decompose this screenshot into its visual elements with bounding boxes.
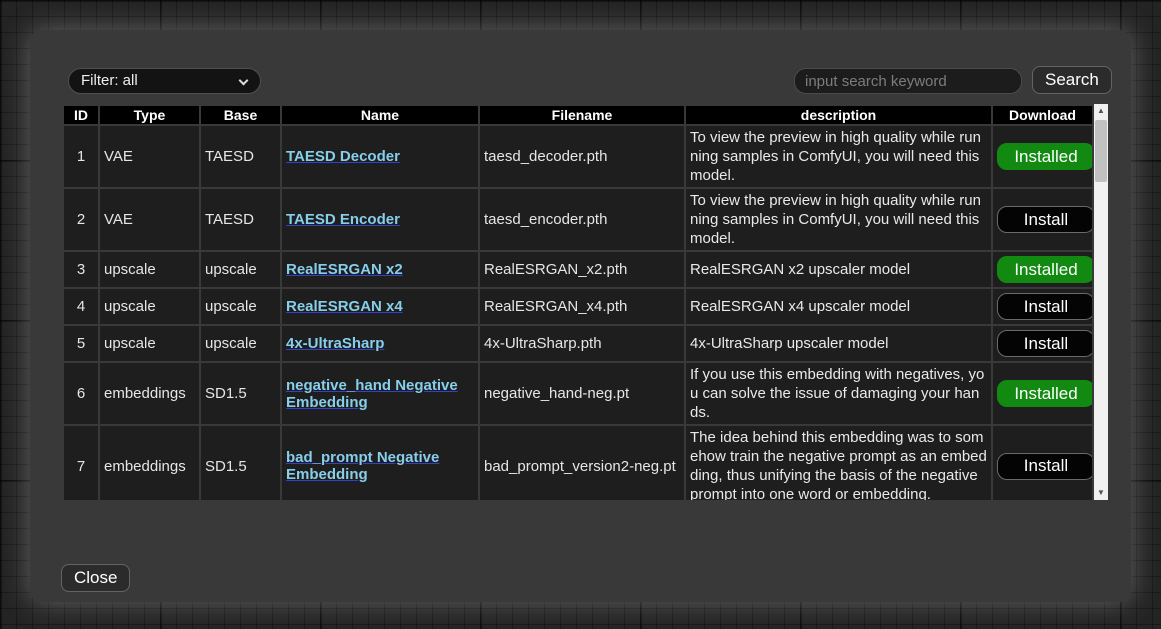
column-header-description: description (686, 106, 991, 124)
column-header-base: Base (201, 106, 280, 124)
model-name-link[interactable]: 4x-UltraSharp (286, 335, 384, 352)
cell-download: Install (993, 326, 1092, 361)
cell-type: VAE (100, 189, 199, 250)
installed-button[interactable]: Installed (997, 380, 1092, 407)
cell-id: 6 (64, 363, 98, 424)
install-button[interactable]: Install (997, 293, 1092, 320)
table-row: 7embeddingsSD1.5bad_prompt Negative Embe… (64, 426, 1092, 500)
filter-select-value: Filter: all (81, 72, 138, 89)
cell-filename: RealESRGAN_x4.pth (480, 289, 684, 324)
cell-id: 5 (64, 326, 98, 361)
cell-name: negative_hand Negative Embedding (282, 363, 478, 424)
cell-type: embeddings (100, 426, 199, 500)
table-row: 6embeddingsSD1.5negative_hand Negative E… (64, 363, 1092, 424)
model-name-label: TAESD Decoder (286, 148, 400, 165)
model-table: IDTypeBaseNameFilenamedescriptionDownloa… (62, 104, 1094, 500)
cell-filename: RealESRGAN_x2.pth (480, 252, 684, 287)
table-row: 4upscaleupscaleRealESRGAN x4RealESRGAN_x… (64, 289, 1092, 324)
cell-description: To view the preview in high quality whil… (686, 126, 991, 187)
model-name-label: bad_prompt Negative Embedding (286, 449, 439, 483)
cell-type: embeddings (100, 363, 199, 424)
table-row: 5upscaleupscale4x-UltraSharp4x-UltraShar… (64, 326, 1092, 361)
model-name-link[interactable]: bad_prompt Negative Embedding (286, 449, 439, 483)
cell-base: TAESD (201, 126, 280, 187)
cell-description: To view the preview in high quality whil… (686, 189, 991, 250)
cell-name: TAESD Decoder (282, 126, 478, 187)
cell-description: The idea behind this embedding was to so… (686, 426, 991, 500)
cell-filename: 4x-UltraSharp.pth (480, 326, 684, 361)
model-name-label: negative_hand Negative Embedding (286, 377, 458, 411)
search-input[interactable] (794, 68, 1022, 94)
cell-name: TAESD Encoder (282, 189, 478, 250)
cell-filename: taesd_encoder.pth (480, 189, 684, 250)
search-button[interactable]: Search (1032, 66, 1112, 94)
cell-description: RealESRGAN x4 upscaler model (686, 289, 991, 324)
cell-base: upscale (201, 252, 280, 287)
model-name-link[interactable]: TAESD Encoder (286, 211, 400, 228)
install-button[interactable]: Install (997, 330, 1092, 357)
cell-download: Installed (993, 126, 1092, 187)
column-header-type: Type (100, 106, 199, 124)
column-header-filename: Filename (480, 106, 684, 124)
cell-filename: negative_hand-neg.pt (480, 363, 684, 424)
chevron-down-icon (239, 76, 249, 86)
cell-filename: bad_prompt_version2-neg.pt (480, 426, 684, 500)
column-header-name: Name (282, 106, 478, 124)
cell-id: 4 (64, 289, 98, 324)
table-row: 1VAETAESD TAESD Decoder taesd_decoder.pthT… (64, 126, 1092, 187)
installed-button[interactable]: Installed (997, 143, 1092, 170)
table-row: 2VAETAESD TAESD Encoder taesd_encoder.pthT… (64, 189, 1092, 250)
cell-id: 7 (64, 426, 98, 500)
column-header-id: ID (64, 106, 98, 124)
cell-description: RealESRGAN x2 upscaler model (686, 252, 991, 287)
model-name-label: 4x-UltraSharp (286, 335, 384, 352)
model-name-link[interactable]: RealESRGAN x4 (286, 298, 403, 315)
cell-id: 3 (64, 252, 98, 287)
model-name-link[interactable]: negative_hand Negative Embedding (286, 377, 458, 411)
scrollbar-down-arrow-icon[interactable]: ▼ (1094, 486, 1108, 500)
installed-button[interactable]: Installed (997, 256, 1092, 283)
model-name-link[interactable]: RealESRGAN x2 (286, 261, 403, 278)
cell-download: Install (993, 289, 1092, 324)
cell-download: Install (993, 426, 1092, 500)
close-button[interactable]: Close (61, 564, 130, 592)
model-name-label: TAESD Encoder (286, 211, 400, 228)
cell-base: SD1.5 (201, 426, 280, 500)
scrollbar-thumb[interactable] (1095, 120, 1107, 182)
cell-download: Installed (993, 252, 1092, 287)
cell-download: Install (993, 189, 1092, 250)
column-header-download: Download (993, 106, 1092, 124)
cell-base: TAESD (201, 189, 280, 250)
scrollbar-up-arrow-icon[interactable]: ▲ (1094, 104, 1108, 118)
install-models-dialog: Filter: all Search IDTypeBaseNameFilenam… (30, 30, 1131, 602)
filter-select[interactable]: Filter: all (68, 68, 261, 94)
cell-download: Installed (993, 363, 1092, 424)
table-header-row: IDTypeBaseNameFilenamedescriptionDownloa… (64, 106, 1092, 124)
model-name-label: RealESRGAN x2 (286, 261, 403, 278)
cell-base: SD1.5 (201, 363, 280, 424)
cell-description: If you use this embedding with negatives… (686, 363, 991, 424)
cell-name: RealESRGAN x2 (282, 252, 478, 287)
model-table-container: IDTypeBaseNameFilenamedescriptionDownloa… (62, 104, 1108, 500)
cell-type: upscale (100, 326, 199, 361)
cell-type: upscale (100, 252, 199, 287)
cell-base: upscale (201, 289, 280, 324)
cell-filename: taesd_decoder.pth (480, 126, 684, 187)
cell-name: 4x-UltraSharp (282, 326, 478, 361)
cell-type: upscale (100, 289, 199, 324)
cell-description: 4x-UltraSharp upscaler model (686, 326, 991, 361)
cell-id: 2 (64, 189, 98, 250)
model-name-link[interactable]: TAESD Decoder (286, 148, 400, 165)
cell-id: 1 (64, 126, 98, 187)
install-button[interactable]: Install (997, 206, 1092, 233)
cell-name: RealESRGAN x4 (282, 289, 478, 324)
model-table-body: 1VAETAESDTAESD Decodertaesd_decoder.pthT… (64, 126, 1092, 500)
cell-base: upscale (201, 326, 280, 361)
install-button[interactable]: Install (997, 453, 1092, 480)
table-scrollbar[interactable]: ▲ ▼ (1094, 104, 1108, 500)
cell-type: VAE (100, 126, 199, 187)
cell-name: bad_prompt Negative Embedding (282, 426, 478, 500)
table-row: 3upscaleupscaleRealESRGAN x2RealESRGAN_x… (64, 252, 1092, 287)
model-name-label: RealESRGAN x4 (286, 298, 403, 315)
